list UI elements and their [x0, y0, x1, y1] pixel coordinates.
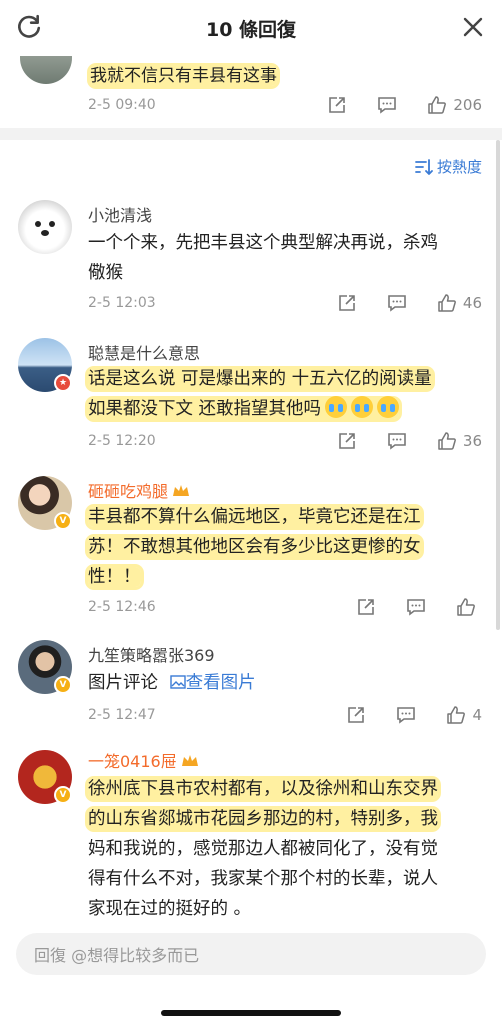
comment-text: 话是这么说 可是爆出来的 十五六亿的阅读量 如果都没下文 还敢指望其他吗	[88, 369, 432, 419]
comment-text: 图片评论 查看图片	[88, 673, 256, 693]
sort-label: 按熱度	[436, 158, 482, 176]
close-icon[interactable]	[462, 16, 484, 38]
verified-badge-icon: V	[54, 786, 72, 804]
page-title: 10 條回復	[205, 18, 297, 41]
user-name[interactable]: 聪慧是什么意思	[88, 340, 200, 364]
comment-icon[interactable]	[396, 705, 416, 725]
comment-meta: 2-5 12:20 36	[88, 430, 482, 452]
refresh-icon[interactable]	[16, 14, 42, 40]
user-name[interactable]: 九笙策略嚣张369	[88, 642, 215, 666]
like-count: 46	[462, 294, 482, 312]
share-icon[interactable]	[356, 597, 376, 617]
root-comment: 我就不信只有丰县有这事 2-5 09:40 206	[0, 48, 502, 128]
like-count: 4	[472, 706, 482, 724]
thumbs-up-icon	[457, 598, 475, 616]
section-divider	[0, 128, 502, 140]
crown-icon	[181, 755, 198, 766]
comment-icon[interactable]	[406, 597, 426, 617]
view-image-link[interactable]: 查看图片	[164, 673, 256, 693]
comment-time: 2-5 09:40	[88, 97, 156, 113]
comment-text: 一个个来，先把丰县这个典型解决再说，杀鸡 儆猴	[88, 233, 438, 283]
like-count: 36	[462, 432, 482, 450]
share-icon[interactable]	[346, 705, 366, 725]
crying-emoji-icon	[377, 396, 400, 418]
thumbs-up-icon	[428, 96, 447, 114]
image-icon	[169, 675, 186, 689]
comment-meta: 2-5 12:03 46	[88, 292, 482, 314]
reply-input[interactable]: 回復 @想得比较多而已	[16, 933, 486, 975]
verified-badge-icon: V	[54, 676, 72, 694]
like-button[interactable]: 206	[427, 95, 482, 115]
thumbs-up-icon	[447, 706, 466, 724]
like-button[interactable]: 4	[446, 705, 482, 725]
like-button[interactable]: 36	[437, 431, 482, 451]
crying-emoji-icon	[351, 396, 374, 418]
comment-meta: 2-5 09:40 206	[88, 94, 482, 116]
header: 10 條回復	[0, 0, 502, 56]
comment-icon[interactable]	[377, 95, 397, 115]
comment-text: 丰县都不算什么偏远地区，毕竟它还是在江 苏！不敢想其他地区会有多少比这更惨的女 …	[88, 507, 421, 587]
thumbs-up-icon	[438, 294, 456, 312]
user-name[interactable]: 一笼0416屉	[88, 748, 199, 772]
crown-icon	[173, 485, 190, 496]
crying-emoji-icon	[325, 396, 348, 418]
user-name[interactable]: 砸砸吃鸡腿	[88, 478, 190, 502]
scrollbar[interactable]	[496, 140, 500, 630]
comment-text: 我就不信只有丰县有这事	[90, 66, 277, 86]
comment-icon[interactable]	[387, 293, 407, 313]
comment-time: 2-5 12:46	[88, 599, 156, 615]
like-count: 206	[453, 96, 482, 114]
user-name[interactable]: 小池清浅	[88, 202, 152, 226]
sort-icon	[415, 158, 433, 175]
comment-text: 徐州底下县市农村都有，以及徐州和山东交界 的山东省郯城市花园乡那边的村，特别多，…	[88, 779, 438, 919]
comment-meta: 2-5 12:47 4	[88, 704, 482, 726]
thumbs-up-icon	[438, 432, 456, 450]
comment-meta: 2-5 12:46	[88, 596, 482, 618]
comment-time: 2-5 12:03	[88, 295, 156, 311]
share-icon[interactable]	[337, 431, 357, 451]
share-icon[interactable]	[337, 293, 357, 313]
badge-icon: ★	[54, 374, 72, 392]
verified-badge-icon: V	[54, 512, 72, 530]
like-button[interactable]: 46	[437, 293, 482, 313]
avatar[interactable]	[18, 200, 72, 254]
like-button[interactable]	[456, 597, 482, 617]
reply-bar: 回復 @想得比较多而已	[0, 922, 502, 1024]
comment-icon[interactable]	[387, 431, 407, 451]
sort-toggle[interactable]: 按熱度	[415, 156, 482, 177]
home-indicator	[161, 1010, 341, 1016]
share-icon[interactable]	[327, 95, 347, 115]
comment-time: 2-5 12:47	[88, 707, 156, 723]
comment-time: 2-5 12:20	[88, 433, 156, 449]
